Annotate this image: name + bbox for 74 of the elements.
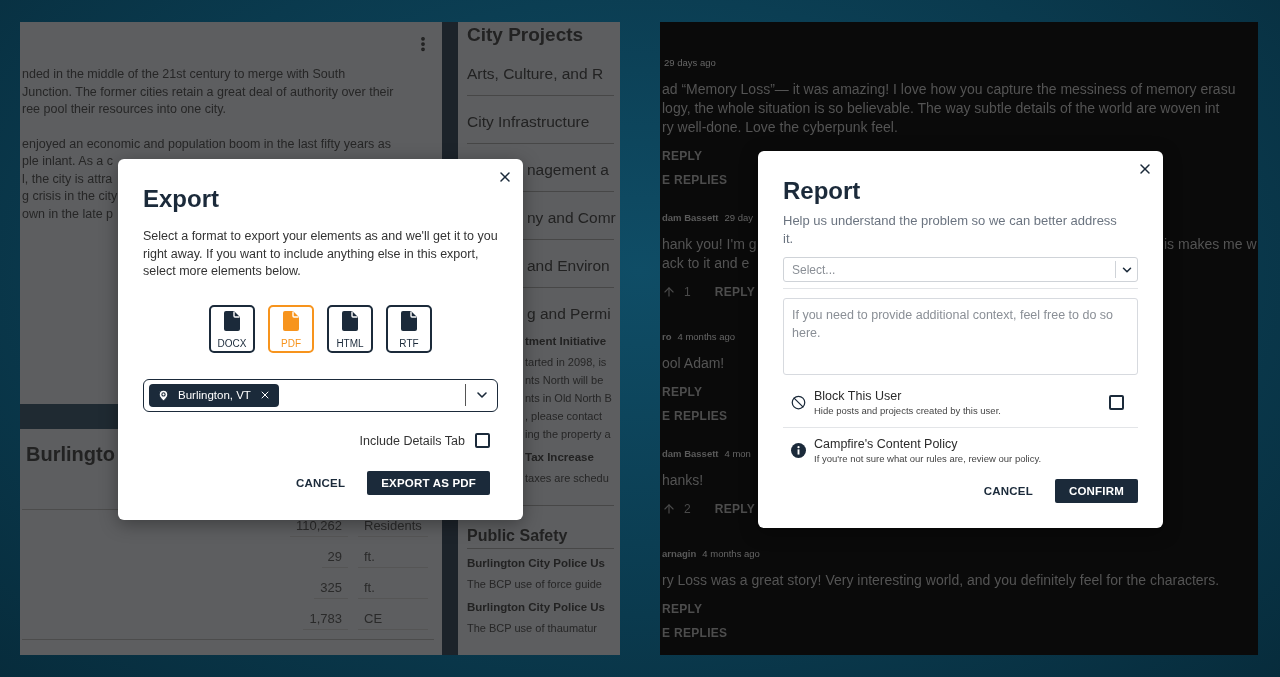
- option-title: Block This User: [814, 387, 903, 404]
- dialog-title: Report: [783, 176, 862, 206]
- project-title[interactable]: Burlington City Police Us: [467, 597, 605, 617]
- info-icon: [791, 442, 806, 458]
- reply-link[interactable]: REPLY: [662, 602, 703, 616]
- close-icon: [497, 169, 513, 185]
- confirm-button[interactable]: CONFIRM: [1054, 479, 1138, 503]
- comment-time: 29 day: [723, 211, 754, 225]
- section-heading: Public Safety: [467, 526, 568, 546]
- comment-text: is makes me w: [1164, 235, 1258, 254]
- replies-link[interactable]: E REPLIES: [662, 623, 1258, 643]
- cancel-button[interactable]: CANCEL: [983, 479, 1033, 503]
- project-title[interactable]: tment Initiative: [525, 331, 607, 351]
- comment-author[interactable]: ro: [662, 328, 672, 346]
- location-tag[interactable]: Burlington, VT: [149, 383, 279, 407]
- dialog-description: Select a format to export your elements as and we'll get it to you right away. If you want to include anything else in this export, select more elements below.: [143, 228, 498, 280]
- comment-text: hanks!: [662, 471, 704, 490]
- comment-time: 4 months ago: [676, 330, 736, 344]
- file-icon: [401, 310, 417, 331]
- comment-author[interactable]: dam Bassett: [662, 209, 719, 227]
- article-line: nded in the middle of the 21st century to merge with South: [22, 66, 346, 83]
- export-button[interactable]: EXPORT AS PDF: [367, 470, 490, 495]
- option-subtitle: If you're not sure what our rules are, review our policy.: [814, 451, 1043, 465]
- location-select[interactable]: Burlington, VT: [143, 378, 498, 412]
- comment-time: 4 mon: [723, 447, 751, 461]
- comment-text: ry Loss was a great story! Very interesting world, and you definitely feel for the characters.: [662, 571, 1220, 590]
- projects-title: City Projects: [467, 23, 584, 47]
- format-button[interactable]: DOCX: [209, 304, 255, 353]
- category-heading[interactable]: and Environ: [527, 254, 610, 278]
- include-details-checkbox[interactable]: [475, 433, 490, 448]
- dialog-description: Help us understand the problem so we can better address it.: [783, 212, 1118, 248]
- vote-count: 2: [684, 502, 691, 516]
- comment-author[interactable]: arnagin: [662, 545, 697, 563]
- category-heading[interactable]: ny and Comr: [527, 206, 616, 230]
- project-title[interactable]: Tax Increase: [525, 447, 594, 467]
- reply-link[interactable]: REPLY: [662, 385, 703, 399]
- comment-time: 4 months ago: [701, 547, 760, 561]
- file-icon: [283, 310, 299, 331]
- comment-text: logy, the whole situation is so believable. The way subtle details of the world are woven int: [662, 99, 1220, 118]
- file-icon: [342, 310, 358, 331]
- close-icon: [1137, 161, 1153, 177]
- article-line: Junction. The former cities retain a great deal of authority over their: [22, 83, 394, 101]
- option-subtitle: Hide posts and projects created by this user.: [814, 403, 1002, 417]
- comment-text: ry well-done. Love the cyberpunk feel.: [662, 118, 898, 137]
- vote-count: 1: [684, 285, 691, 299]
- comment-author[interactable]: dam Bassett: [662, 445, 719, 463]
- context-field[interactable]: If you need to provide additional context, feel free to do so here.: [783, 298, 1138, 375]
- pin-icon: [157, 388, 170, 402]
- city-heading: Burlingto: [25, 442, 116, 467]
- block-icon: [791, 394, 806, 410]
- summary-line: , please contact: [525, 409, 603, 424]
- file-icon: [224, 310, 240, 331]
- category-heading[interactable]: g and Permi: [527, 302, 611, 326]
- reply-link[interactable]: REPLY: [714, 285, 756, 299]
- comment-text: hank you! I'm g: [662, 235, 758, 254]
- checkbox-label: Include Details Tab: [359, 433, 465, 448]
- category-heading[interactable]: City Infrastructure: [467, 110, 590, 134]
- format-button[interactable]: HTML: [327, 304, 373, 353]
- option-title[interactable]: Campfire's Content Policy: [814, 435, 1124, 452]
- format-button[interactable]: PDF: [268, 304, 314, 353]
- reason-select[interactable]: Select...: [783, 257, 1138, 282]
- article-line: ple inlant. As a c: [22, 153, 114, 170]
- category-heading[interactable]: Arts, Culture, and R: [467, 62, 604, 86]
- comment-text: ack to it and e: [662, 254, 750, 273]
- format-button[interactable]: RTF: [386, 304, 432, 353]
- reply-link[interactable]: REPLY: [662, 149, 703, 163]
- comment-time: 29 days ago: [663, 56, 716, 70]
- category-heading[interactable]: nagement a: [527, 158, 609, 182]
- reply-link[interactable]: REPLY: [714, 502, 756, 516]
- dialog-title: Export: [143, 184, 220, 214]
- project-title[interactable]: Burlington City Police Us: [467, 553, 605, 573]
- comment-text: ool Adam!: [662, 354, 725, 373]
- cancel-button[interactable]: CANCEL: [296, 470, 346, 495]
- block-checkbox[interactable]: [1109, 394, 1124, 410]
